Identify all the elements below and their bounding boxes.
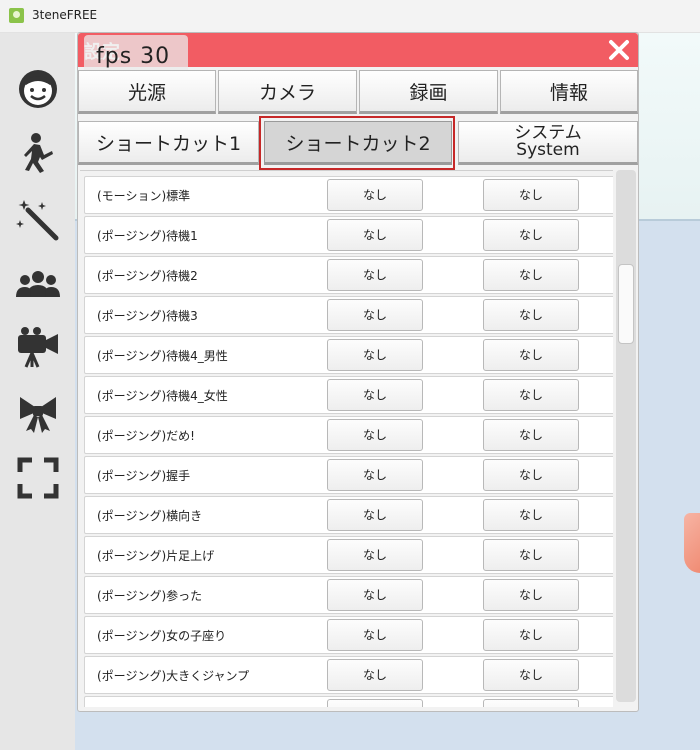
tab-label-en: System [516, 140, 580, 160]
key1-button[interactable]: なし [327, 619, 423, 651]
tab-info[interactable]: 情報 [500, 70, 638, 114]
shortcut-label: (ポージング)待機4_男性 [97, 349, 228, 363]
list-item: (モーション)標準 なし なし [84, 176, 613, 214]
key2-button[interactable]: なし [483, 619, 579, 651]
shortcut-label: (ポージング)待機2 [97, 269, 198, 283]
shortcut-label: (ポージング)参った [97, 589, 203, 603]
key1-button[interactable]: なし [327, 179, 423, 211]
key1-button[interactable]: なし [327, 259, 423, 291]
window-title: 3teneFREE [32, 8, 98, 22]
tab-label: 情報 [549, 81, 588, 104]
list-item: (ポージング)大きくジャンプ なし なし [84, 656, 613, 694]
key1-button[interactable]: なし [327, 339, 423, 371]
shortcut-label: (ポージング)横向き [97, 509, 203, 523]
key1-button[interactable]: なし [327, 659, 423, 691]
pose-figure-icon[interactable] [14, 129, 62, 177]
list-item: (ポージング)待機2 なし なし [84, 256, 613, 294]
list-item: (ポージング)横向き なし なし [84, 496, 613, 534]
tab-label: 録画 [409, 81, 448, 104]
key2-button[interactable]: なし [483, 299, 579, 331]
key2-button[interactable]: なし [483, 259, 579, 291]
tab-label: ショートカット1 [95, 132, 242, 155]
group-icon[interactable] [14, 261, 62, 309]
key1-button[interactable] [327, 699, 423, 707]
list-item: (ポージング)握手 なし なし [84, 456, 613, 494]
list-item: (ポージング)片足上げ なし なし [84, 536, 613, 574]
key2-button[interactable]: なし [483, 539, 579, 571]
tab-shortcut-2[interactable]: ショートカット2 [264, 121, 452, 165]
close-button[interactable] [606, 37, 632, 63]
shortcut-label: (ポージング)待機3 [97, 309, 198, 323]
avatar-model-partial[interactable] [684, 513, 700, 573]
magic-wand-icon[interactable] [14, 196, 62, 244]
key2-button[interactable]: なし [483, 499, 579, 531]
key1-button[interactable]: なし [327, 579, 423, 611]
shortcut-label: (ポージング)待機4_女性 [97, 389, 228, 403]
settings-panel: 設定 fps 30 光源 カメラ 録画 情報 ショートカット1 ショートカット2… [77, 32, 639, 712]
key1-button[interactable]: なし [327, 499, 423, 531]
tab-shortcut-1[interactable]: ショートカット1 [78, 121, 259, 165]
list-item: (ポージング)女の子座り なし なし [84, 616, 613, 654]
list-item: (ポージング)待機4_女性 なし なし [84, 376, 613, 414]
key1-button[interactable]: なし [327, 419, 423, 451]
tab-camera[interactable]: カメラ [218, 70, 357, 114]
scrollbar-thumb[interactable] [618, 264, 634, 344]
key2-button[interactable]: なし [483, 459, 579, 491]
list-item: (ポージング)待機3 なし なし [84, 296, 613, 334]
list-item: (ポージング)参った なし なし [84, 576, 613, 614]
shortcut-label: (ポージング)だめ! [97, 429, 195, 443]
shortcut-label: (ポージング)片足上げ [97, 549, 215, 563]
tab-system[interactable]: システム System [458, 121, 638, 165]
key2-button[interactable]: なし [483, 579, 579, 611]
tab-label: カメラ [258, 81, 316, 104]
shortcut-label: (ポージング)握手 [97, 469, 191, 483]
list-item: (ポージング)だめ! なし なし [84, 416, 613, 454]
key2-button[interactable]: なし [483, 179, 579, 211]
shortcut-label: (ポージング)待機1 [97, 229, 198, 243]
key1-button[interactable]: なし [327, 379, 423, 411]
key1-button[interactable]: なし [327, 219, 423, 251]
key2-button[interactable]: なし [483, 219, 579, 251]
camera-icon[interactable] [14, 323, 62, 371]
sidebar [0, 33, 75, 750]
shortcut-label: (ポージング)大きくジャンプ [97, 669, 250, 683]
key1-button[interactable]: なし [327, 299, 423, 331]
list-item: (ポージング)待機4_男性 なし なし [84, 336, 613, 374]
key2-button[interactable]: なし [483, 419, 579, 451]
key2-button[interactable]: なし [483, 379, 579, 411]
shortcut-label: (ポージング)女の子座り [97, 629, 227, 643]
key1-button[interactable]: なし [327, 539, 423, 571]
shortcut-list[interactable]: (モーション)標準 なし なし (ポージング)待機1 なし なし (ポージング)待機2 な… [80, 170, 613, 707]
tab-label: ショートカット2 [285, 132, 431, 155]
tab-recording[interactable]: 録画 [359, 70, 498, 114]
list-item [84, 696, 613, 707]
list-scrollbar[interactable] [616, 170, 636, 702]
shortcut-label: (モーション)標準 [97, 189, 191, 203]
window-titlebar: 3teneFREE [0, 0, 700, 33]
key2-button[interactable]: なし [483, 339, 579, 371]
fullscreen-icon[interactable] [14, 454, 62, 502]
tab-label: 光源 [127, 81, 166, 104]
app-icon [9, 8, 24, 23]
avatar-face-icon[interactable] [14, 65, 62, 113]
close-icon [609, 40, 629, 60]
ribbon-icon[interactable] [14, 389, 62, 437]
key2-button[interactable] [483, 699, 579, 707]
list-item: (ポージング)待機1 なし なし [84, 216, 613, 254]
key2-button[interactable]: なし [483, 659, 579, 691]
key1-button[interactable]: なし [327, 459, 423, 491]
tab-light[interactable]: 光源 [78, 70, 216, 114]
